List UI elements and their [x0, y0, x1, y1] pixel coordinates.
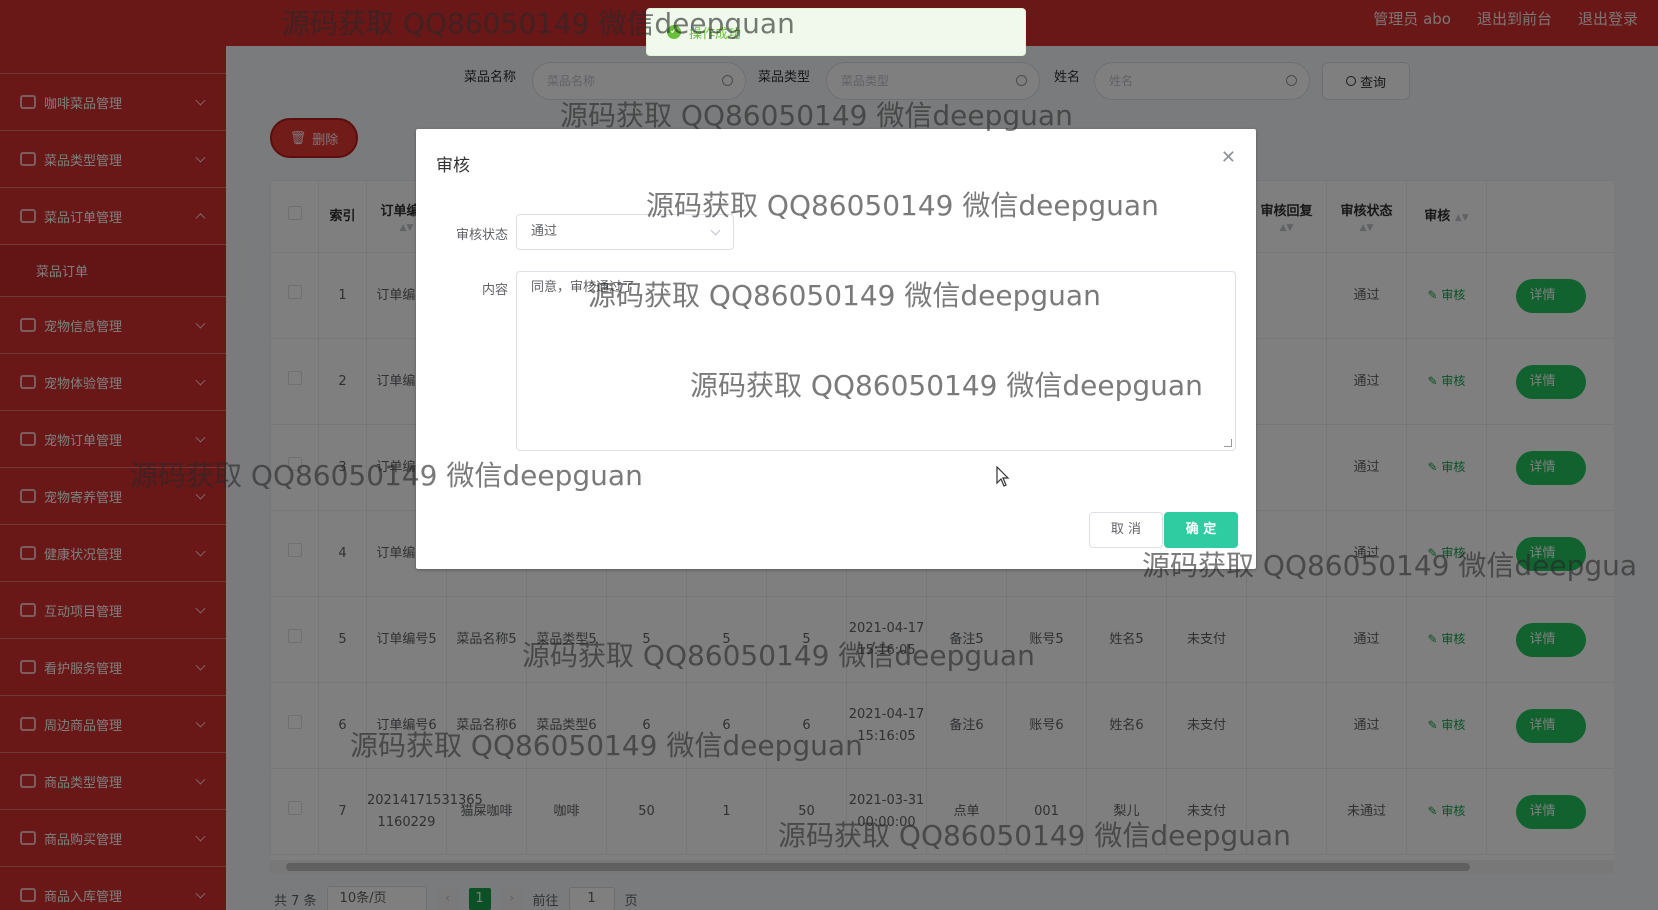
toast-message: 操作成功	[689, 26, 742, 42]
status-label: 审核状态	[455, 228, 508, 243]
audit-dialog: 审核 ✕ 审核状态 通过 内容 同意，审核通过了 取 消 确 定	[416, 129, 1256, 569]
chevron-down-icon	[710, 225, 721, 236]
cancel-button[interactable]: 取 消	[1089, 512, 1163, 548]
close-icon[interactable]: ✕	[1221, 147, 1236, 168]
content-label: 内容	[481, 283, 508, 298]
audit-status-select[interactable]: 通过	[516, 214, 734, 250]
mouse-cursor-icon	[996, 466, 1010, 487]
success-toast: ✓ 操作成功	[646, 8, 1026, 56]
confirm-button[interactable]: 确 定	[1164, 512, 1238, 548]
dialog-title: 审核	[436, 156, 470, 176]
content-textarea[interactable]: 同意，审核通过了	[516, 271, 1236, 451]
check-icon: ✓	[667, 25, 681, 39]
resize-handle[interactable]	[1224, 439, 1232, 447]
